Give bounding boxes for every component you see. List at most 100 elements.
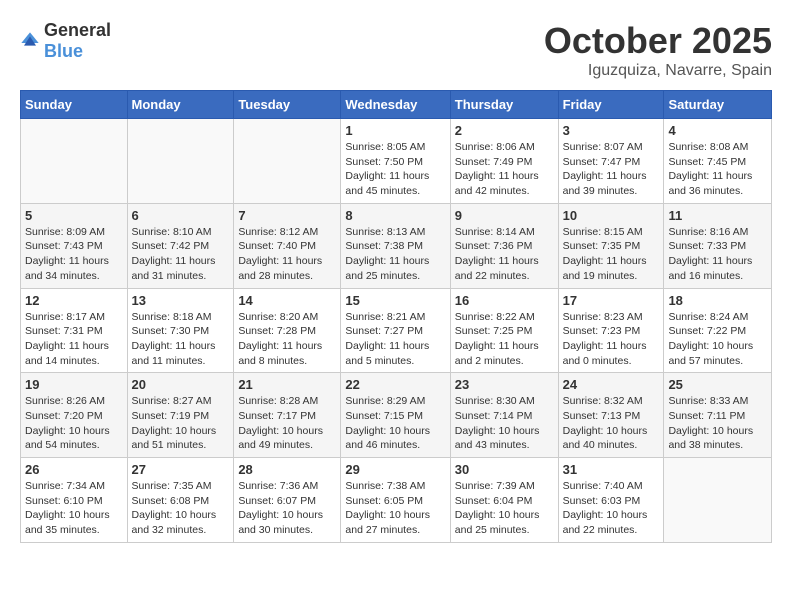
day-info: Sunrise: 8:05 AM Sunset: 7:50 PM Dayligh… bbox=[345, 140, 445, 199]
page-header: General Blue October 2025 Iguzquiza, Nav… bbox=[20, 20, 772, 80]
calendar-week-row: 19 Sunrise: 8:26 AM Sunset: 7:20 PM Dayli… bbox=[21, 373, 772, 458]
table-row: 28 Sunrise: 7:36 AM Sunset: 6:07 PM Dayli… bbox=[234, 458, 341, 543]
table-row: 9Sunrise: 8:14 AM Sunset: 7:36 PM Daylig… bbox=[450, 203, 558, 288]
day-info: Sunrise: 8:33 AM Sunset: 7:11 PM Dayligh… bbox=[668, 394, 767, 453]
table-row bbox=[127, 119, 234, 204]
location-title: Iguzquiza, Navarre, Spain bbox=[544, 62, 772, 80]
table-row bbox=[21, 119, 128, 204]
header-wednesday: Wednesday bbox=[341, 91, 450, 119]
day-number: 15 bbox=[345, 293, 445, 308]
day-number: 2 bbox=[455, 123, 554, 138]
calendar-week-row: 1 Sunrise: 8:05 AM Sunset: 7:50 PM Daylig… bbox=[21, 119, 772, 204]
day-number: 3 bbox=[563, 123, 660, 138]
header-friday: Friday bbox=[558, 91, 664, 119]
table-row: 8 Sunrise: 8:13 AM Sunset: 7:38 PM Daylig… bbox=[341, 203, 450, 288]
table-row: 30 Sunrise: 7:39 AM Sunset: 6:04 PM Dayli… bbox=[450, 458, 558, 543]
day-number: 22 bbox=[345, 377, 445, 392]
weekday-header-row: Sunday Monday Tuesday Wednesday Thursday… bbox=[21, 91, 772, 119]
day-info: Sunrise: 8:15 AM Sunset: 7:35 PM Dayligh… bbox=[563, 225, 660, 284]
table-row: 12Sunrise: 8:17 AM Sunset: 7:31 PM Dayli… bbox=[21, 288, 128, 373]
header-thursday: Thursday bbox=[450, 91, 558, 119]
day-number: 30 bbox=[455, 462, 554, 477]
header-monday: Monday bbox=[127, 91, 234, 119]
table-row: 24Sunrise: 8:32 AM Sunset: 7:13 PM Dayli… bbox=[558, 373, 664, 458]
table-row: 25 Sunrise: 8:33 AM Sunset: 7:11 PM Dayli… bbox=[664, 373, 772, 458]
day-info: Sunrise: 8:18 AM Sunset: 7:30 PM Dayligh… bbox=[132, 310, 230, 369]
day-number: 1 bbox=[345, 123, 445, 138]
logo-blue-text: Blue bbox=[44, 41, 83, 61]
header-sunday: Sunday bbox=[21, 91, 128, 119]
day-info: Sunrise: 7:40 AM Sunset: 6:03 PM Dayligh… bbox=[563, 479, 660, 538]
table-row: 29Sunrise: 7:38 AM Sunset: 6:05 PM Dayli… bbox=[341, 458, 450, 543]
day-number: 13 bbox=[132, 293, 230, 308]
day-number: 31 bbox=[563, 462, 660, 477]
table-row: 21Sunrise: 8:28 AM Sunset: 7:17 PM Dayli… bbox=[234, 373, 341, 458]
day-info: Sunrise: 7:35 AM Sunset: 6:08 PM Dayligh… bbox=[132, 479, 230, 538]
logo-general-text: General bbox=[44, 20, 111, 40]
day-info: Sunrise: 8:16 AM Sunset: 7:33 PM Dayligh… bbox=[668, 225, 767, 284]
day-info: Sunrise: 8:26 AM Sunset: 7:20 PM Dayligh… bbox=[25, 394, 123, 453]
table-row: 5 Sunrise: 8:09 AM Sunset: 7:43 PM Daylig… bbox=[21, 203, 128, 288]
day-number: 16 bbox=[455, 293, 554, 308]
table-row: 19 Sunrise: 8:26 AM Sunset: 7:20 PM Dayli… bbox=[21, 373, 128, 458]
day-info: Sunrise: 8:27 AM Sunset: 7:19 PM Dayligh… bbox=[132, 394, 230, 453]
calendar-week-row: 12Sunrise: 8:17 AM Sunset: 7:31 PM Dayli… bbox=[21, 288, 772, 373]
day-info: Sunrise: 7:39 AM Sunset: 6:04 PM Dayligh… bbox=[455, 479, 554, 538]
day-number: 27 bbox=[132, 462, 230, 477]
day-info: Sunrise: 8:21 AM Sunset: 7:27 PM Dayligh… bbox=[345, 310, 445, 369]
day-number: 12 bbox=[25, 293, 123, 308]
day-info: Sunrise: 7:36 AM Sunset: 6:07 PM Dayligh… bbox=[238, 479, 336, 538]
table-row: 2Sunrise: 8:06 AM Sunset: 7:49 PM Daylig… bbox=[450, 119, 558, 204]
table-row: 16 Sunrise: 8:22 AM Sunset: 7:25 PM Dayli… bbox=[450, 288, 558, 373]
table-row: 14 Sunrise: 8:20 AM Sunset: 7:28 PM Dayli… bbox=[234, 288, 341, 373]
table-row: 26 Sunrise: 7:34 AM Sunset: 6:10 PM Dayli… bbox=[21, 458, 128, 543]
day-number: 6 bbox=[132, 208, 230, 223]
day-info: Sunrise: 8:10 AM Sunset: 7:42 PM Dayligh… bbox=[132, 225, 230, 284]
day-number: 21 bbox=[238, 377, 336, 392]
table-row: 27 Sunrise: 7:35 AM Sunset: 6:08 PM Dayli… bbox=[127, 458, 234, 543]
table-row: 7Sunrise: 8:12 AM Sunset: 7:40 PM Daylig… bbox=[234, 203, 341, 288]
day-info: Sunrise: 8:23 AM Sunset: 7:23 PM Dayligh… bbox=[563, 310, 660, 369]
day-info: Sunrise: 8:24 AM Sunset: 7:22 PM Dayligh… bbox=[668, 310, 767, 369]
logo-icon bbox=[20, 31, 40, 51]
table-row: 6 Sunrise: 8:10 AM Sunset: 7:42 PM Daylig… bbox=[127, 203, 234, 288]
day-number: 5 bbox=[25, 208, 123, 223]
day-info: Sunrise: 8:13 AM Sunset: 7:38 PM Dayligh… bbox=[345, 225, 445, 284]
table-row: 20Sunrise: 8:27 AM Sunset: 7:19 PM Dayli… bbox=[127, 373, 234, 458]
month-title: October 2025 bbox=[544, 20, 772, 62]
day-info: Sunrise: 8:08 AM Sunset: 7:45 PM Dayligh… bbox=[668, 140, 767, 199]
day-number: 8 bbox=[345, 208, 445, 223]
day-number: 28 bbox=[238, 462, 336, 477]
day-info: Sunrise: 8:09 AM Sunset: 7:43 PM Dayligh… bbox=[25, 225, 123, 284]
day-number: 18 bbox=[668, 293, 767, 308]
day-number: 14 bbox=[238, 293, 336, 308]
table-row: 4 Sunrise: 8:08 AM Sunset: 7:45 PM Daylig… bbox=[664, 119, 772, 204]
day-number: 4 bbox=[668, 123, 767, 138]
table-row: 17Sunrise: 8:23 AM Sunset: 7:23 PM Dayli… bbox=[558, 288, 664, 373]
day-info: Sunrise: 8:07 AM Sunset: 7:47 PM Dayligh… bbox=[563, 140, 660, 199]
day-number: 26 bbox=[25, 462, 123, 477]
table-row: 22Sunrise: 8:29 AM Sunset: 7:15 PM Dayli… bbox=[341, 373, 450, 458]
table-row bbox=[234, 119, 341, 204]
day-number: 19 bbox=[25, 377, 123, 392]
day-info: Sunrise: 8:22 AM Sunset: 7:25 PM Dayligh… bbox=[455, 310, 554, 369]
day-number: 25 bbox=[668, 377, 767, 392]
table-row: 18 Sunrise: 8:24 AM Sunset: 7:22 PM Dayli… bbox=[664, 288, 772, 373]
day-number: 24 bbox=[563, 377, 660, 392]
table-row: 11 Sunrise: 8:16 AM Sunset: 7:33 PM Dayli… bbox=[664, 203, 772, 288]
table-row: 1 Sunrise: 8:05 AM Sunset: 7:50 PM Daylig… bbox=[341, 119, 450, 204]
calendar-week-row: 5 Sunrise: 8:09 AM Sunset: 7:43 PM Daylig… bbox=[21, 203, 772, 288]
day-number: 10 bbox=[563, 208, 660, 223]
day-number: 11 bbox=[668, 208, 767, 223]
table-row: 13 Sunrise: 8:18 AM Sunset: 7:30 PM Dayli… bbox=[127, 288, 234, 373]
day-info: Sunrise: 8:14 AM Sunset: 7:36 PM Dayligh… bbox=[455, 225, 554, 284]
table-row: 3 Sunrise: 8:07 AM Sunset: 7:47 PM Daylig… bbox=[558, 119, 664, 204]
day-info: Sunrise: 7:34 AM Sunset: 6:10 PM Dayligh… bbox=[25, 479, 123, 538]
table-row: 15 Sunrise: 8:21 AM Sunset: 7:27 PM Dayli… bbox=[341, 288, 450, 373]
logo: General Blue bbox=[20, 20, 111, 62]
day-number: 7 bbox=[238, 208, 336, 223]
day-number: 29 bbox=[345, 462, 445, 477]
day-info: Sunrise: 8:20 AM Sunset: 7:28 PM Dayligh… bbox=[238, 310, 336, 369]
header-saturday: Saturday bbox=[664, 91, 772, 119]
calendar-table: Sunday Monday Tuesday Wednesday Thursday… bbox=[20, 90, 772, 543]
